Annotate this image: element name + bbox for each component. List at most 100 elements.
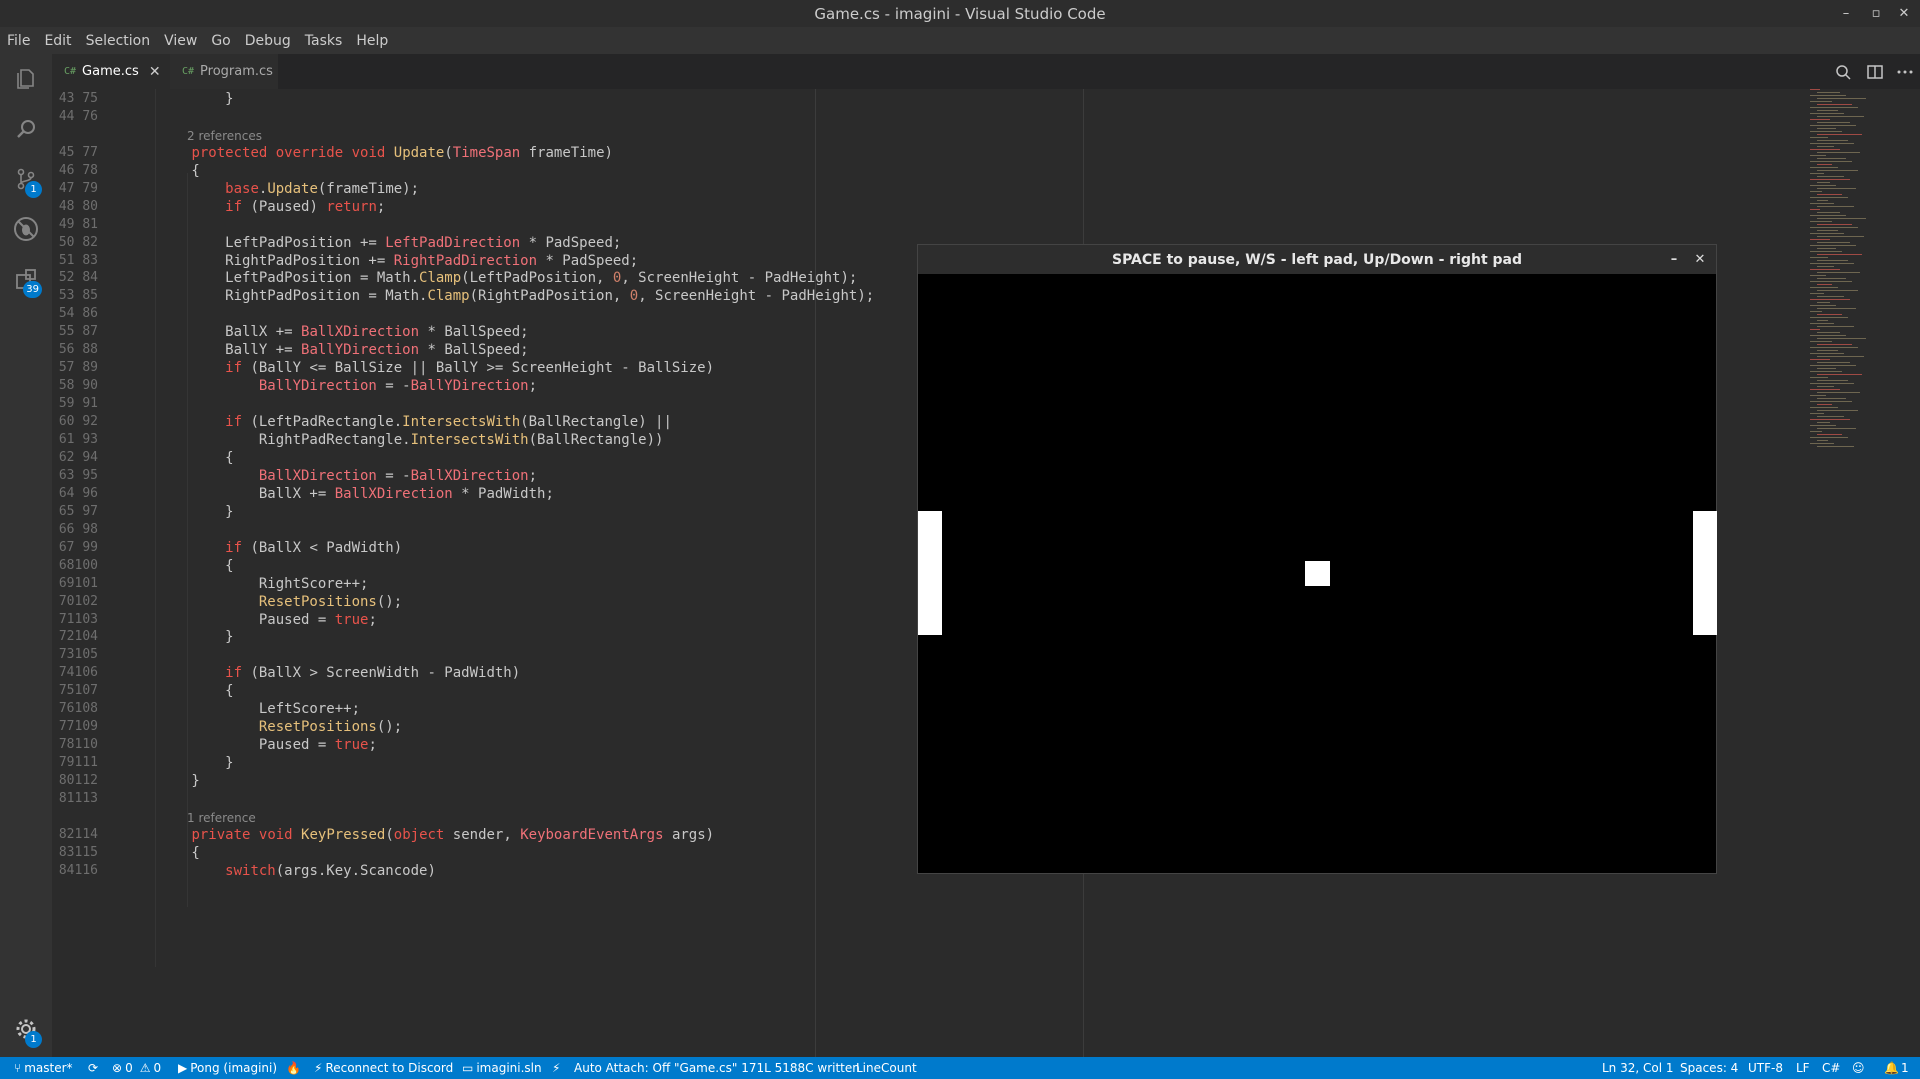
extensions-button[interactable]: 39 bbox=[0, 254, 52, 304]
code-line[interactable]: } bbox=[124, 504, 233, 520]
explorer-button[interactable] bbox=[0, 54, 52, 104]
code-line[interactable] bbox=[124, 306, 191, 322]
game-minimize-button[interactable]: – bbox=[1662, 245, 1686, 274]
menu-edit[interactable]: Edit bbox=[44, 33, 71, 49]
minimap-line bbox=[1817, 422, 1830, 423]
code-line[interactable]: RightPadPosition += RightPadDirection * … bbox=[124, 253, 638, 269]
code-line[interactable]: if (Paused) return; bbox=[124, 199, 385, 215]
code-line[interactable]: RightPadRectangle.IntersectsWith(BallRec… bbox=[124, 432, 664, 448]
project-selector[interactable]: ▶ Pong (imagini) bbox=[178, 1057, 277, 1079]
minimap-line bbox=[1817, 140, 1848, 141]
code-line[interactable]: BallY += BallYDirection * BallSpeed; bbox=[124, 342, 528, 358]
search-button[interactable] bbox=[0, 104, 52, 154]
split-editor-button[interactable] bbox=[1866, 63, 1884, 85]
code-line[interactable]: private void KeyPressed(object sender, K… bbox=[124, 827, 714, 843]
menu-help[interactable]: Help bbox=[356, 33, 388, 49]
sync-button[interactable]: ⟳ bbox=[88, 1057, 98, 1079]
code-line[interactable]: BallXDirection = -BallXDirection; bbox=[124, 468, 537, 484]
menu-selection[interactable]: Selection bbox=[86, 33, 151, 49]
lightning-icon[interactable]: ⚡ bbox=[552, 1057, 560, 1079]
line-number: 71103 bbox=[58, 611, 98, 627]
menu-file[interactable]: File bbox=[7, 33, 30, 49]
code-line[interactable]: if (BallX > ScreenWidth - PadWidth) bbox=[124, 665, 520, 681]
code-line[interactable]: } bbox=[124, 91, 233, 107]
minimap-line bbox=[1817, 182, 1830, 183]
line-number: 82114 bbox=[58, 826, 98, 842]
cursor-position[interactable]: Ln 32, Col 1 bbox=[1602, 1057, 1674, 1079]
code-line[interactable]: { bbox=[124, 163, 199, 179]
code-line[interactable]: BallX += BallXDirection * PadWidth; bbox=[124, 486, 554, 502]
tab-program-cs[interactable]: C# Program.cs bbox=[170, 54, 278, 89]
minimap-line bbox=[1810, 167, 1838, 168]
discord-button[interactable]: ⚡ Reconnect to Discord bbox=[314, 1057, 453, 1079]
code-line[interactable]: LeftScore++; bbox=[124, 701, 360, 717]
close-tab-button[interactable]: ✕ bbox=[149, 64, 161, 80]
code-line[interactable]: LeftPadPosition += LeftPadDirection * Pa… bbox=[124, 235, 621, 251]
code-line[interactable]: BallX += BallXDirection * BallSpeed; bbox=[124, 324, 528, 340]
flame-icon[interactable]: 🔥 bbox=[286, 1057, 301, 1079]
code-line[interactable] bbox=[124, 396, 191, 412]
minimap-line bbox=[1817, 434, 1842, 435]
source-control-button[interactable]: 1 bbox=[0, 154, 52, 204]
settings-button[interactable]: 1 bbox=[0, 1004, 52, 1054]
code-line[interactable]: ResetPositions(); bbox=[124, 719, 402, 735]
code-line[interactable]: if (BallX < PadWidth) bbox=[124, 540, 402, 556]
minimap-line bbox=[1810, 407, 1838, 408]
code-line[interactable] bbox=[124, 791, 191, 807]
menu-go[interactable]: Go bbox=[211, 33, 230, 49]
code-line[interactable]: if (BallY <= BallSize || BallY >= Screen… bbox=[124, 360, 714, 376]
eol-selector[interactable]: LF bbox=[1796, 1057, 1810, 1079]
problems-indicator[interactable]: ⊗ 0 ⚠ 0 bbox=[112, 1057, 161, 1079]
code-line[interactable] bbox=[124, 217, 191, 233]
code-line[interactable] bbox=[124, 109, 191, 125]
maximize-button[interactable]: ▫ bbox=[1862, 0, 1890, 27]
code-line[interactable]: { bbox=[124, 683, 233, 699]
minimap-line bbox=[1817, 224, 1852, 225]
language-selector[interactable]: C# bbox=[1822, 1057, 1840, 1079]
code-line[interactable]: { bbox=[124, 845, 199, 861]
open-changes-button[interactable] bbox=[1834, 63, 1852, 85]
code-line[interactable]: RightPadPosition = Math.Clamp(RightPadPo… bbox=[124, 288, 874, 304]
code-line[interactable]: Paused = true; bbox=[124, 737, 377, 753]
feedback-smiley-icon[interactable]: ☺ bbox=[1852, 1057, 1865, 1079]
code-line[interactable]: Paused = true; bbox=[124, 612, 377, 628]
more-actions-button[interactable] bbox=[1896, 63, 1914, 85]
close-window-button[interactable]: ✕ bbox=[1890, 0, 1918, 27]
minimize-button[interactable]: – bbox=[1832, 0, 1860, 27]
code-line[interactable]: RightScore++; bbox=[124, 576, 369, 592]
code-line[interactable]: } bbox=[124, 755, 233, 771]
encoding-selector[interactable]: UTF-8 bbox=[1748, 1057, 1783, 1079]
code-line[interactable]: } bbox=[124, 629, 233, 645]
code-line[interactable]: } bbox=[124, 773, 199, 789]
solution-selector[interactable]: ▭ imagini.sln bbox=[462, 1057, 542, 1079]
code-line[interactable] bbox=[124, 647, 191, 663]
linecount-button[interactable]: LineCount bbox=[856, 1057, 917, 1079]
code-line[interactable]: { bbox=[124, 558, 233, 574]
debug-button[interactable] bbox=[0, 204, 52, 254]
line-number: 61 93 bbox=[58, 432, 98, 447]
minimap[interactable] bbox=[1806, 89, 1906, 449]
auto-attach-toggle[interactable]: Auto Attach: Off bbox=[574, 1057, 670, 1079]
code-line[interactable]: if (LeftPadRectangle.IntersectsWith(Ball… bbox=[124, 414, 672, 430]
notifications-button[interactable]: 🔔 1 bbox=[1884, 1057, 1909, 1079]
code-line[interactable]: ResetPositions(); bbox=[124, 594, 402, 610]
branch-indicator[interactable]: ⑂ master* bbox=[14, 1057, 73, 1079]
line-number: 65 97 bbox=[58, 503, 98, 519]
code-line[interactable]: switch(args.Key.Scancode) bbox=[124, 863, 436, 879]
menu-view[interactable]: View bbox=[164, 33, 197, 49]
codelens-references[interactable]: 2 references bbox=[187, 129, 262, 143]
editor-tabs: C# Game.cs ✕ C# Program.cs bbox=[52, 54, 1920, 89]
game-window[interactable]: SPACE to pause, W/S - left pad, Up/Down … bbox=[917, 244, 1717, 874]
codelens-references[interactable]: 1 reference bbox=[187, 811, 256, 825]
tab-game-cs[interactable]: C# Game.cs ✕ bbox=[52, 54, 170, 89]
menu-debug[interactable]: Debug bbox=[245, 33, 291, 49]
code-line[interactable] bbox=[124, 522, 191, 538]
code-line[interactable]: base.Update(frameTime); bbox=[124, 181, 419, 197]
game-close-button[interactable]: ✕ bbox=[1688, 245, 1712, 274]
code-line[interactable]: protected override void Update(TimeSpan … bbox=[124, 145, 613, 161]
code-line[interactable]: BallYDirection = -BallYDirection; bbox=[124, 378, 537, 394]
code-line[interactable]: { bbox=[124, 450, 233, 466]
indentation-selector[interactable]: Spaces: 4 bbox=[1680, 1057, 1738, 1079]
menu-tasks[interactable]: Tasks bbox=[305, 33, 343, 49]
code-line[interactable]: LeftPadPosition = Math.Clamp(LeftPadPosi… bbox=[124, 270, 857, 286]
